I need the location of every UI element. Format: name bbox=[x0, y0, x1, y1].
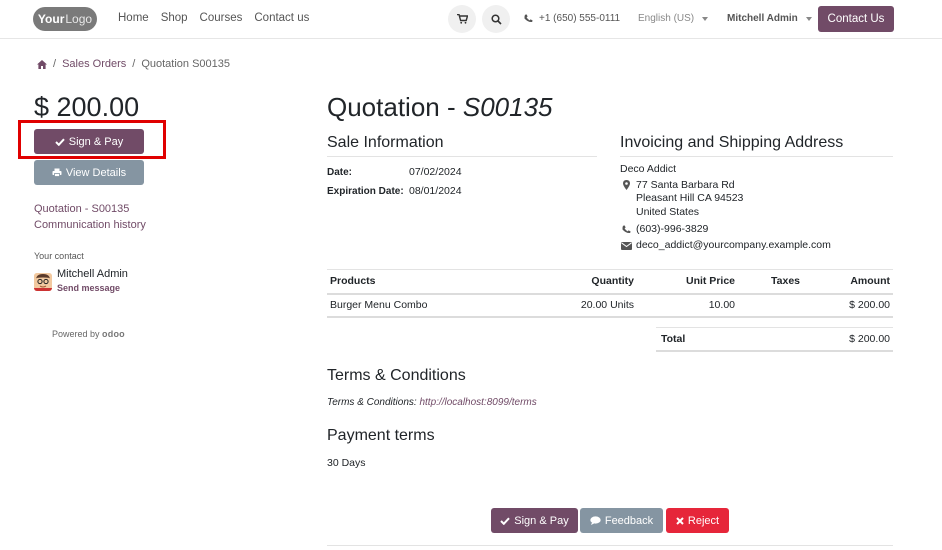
sign-pay-button[interactable]: Sign & Pay bbox=[34, 129, 144, 154]
comment-icon bbox=[590, 516, 601, 525]
feedback-label: Feedback bbox=[604, 514, 654, 527]
map-marker-icon bbox=[621, 180, 631, 190]
row-unit-price: 10.00 bbox=[708, 299, 735, 311]
date-label: Date: bbox=[327, 167, 353, 178]
navbar: Your Logo Home Shop Courses Contact us +1… bbox=[0, 0, 942, 39]
table-header-border bbox=[327, 293, 893, 295]
table-top-border bbox=[327, 269, 893, 270]
column-header-taxes: Taxes bbox=[771, 275, 800, 287]
check-icon bbox=[55, 138, 65, 146]
total-label: Total bbox=[661, 333, 686, 345]
quotation-amount: $ 200.00 bbox=[34, 92, 140, 122]
address-street: 77 Santa Barbara Rd bbox=[636, 179, 735, 191]
row-quantity: 20.00 Units bbox=[580, 299, 634, 311]
title-number: S00135 bbox=[462, 92, 553, 122]
user-name: Mitchell Admin bbox=[727, 13, 798, 24]
sale-information-heading: Sale Information bbox=[327, 134, 444, 151]
customer-email: deco_addict@yourcompany.example.com bbox=[636, 239, 831, 251]
reject-label: Reject bbox=[687, 514, 720, 527]
page-title: Quotation - S00135 bbox=[327, 92, 553, 123]
row-amount: $ 200.00 bbox=[849, 299, 890, 311]
chevron-down-icon bbox=[702, 16, 709, 21]
nav-shop[interactable]: Shop bbox=[161, 12, 188, 24]
logo-text-logo: Logo bbox=[65, 12, 93, 26]
column-header-amount: Amount bbox=[850, 275, 890, 287]
cart-icon bbox=[456, 14, 468, 24]
bottom-sign-pay-button[interactable]: Sign & Pay bbox=[491, 508, 578, 533]
avatar-icon bbox=[34, 273, 52, 291]
terms-label: Terms & Conditions: bbox=[327, 397, 420, 408]
phone-icon bbox=[524, 14, 533, 23]
quotation-link[interactable]: Quotation - S00135 bbox=[34, 203, 129, 215]
breadcrumb: / Sales Orders / Quotation S00135 bbox=[37, 58, 230, 70]
powered-by-label: Powered by bbox=[52, 329, 100, 339]
chevron-down-icon bbox=[805, 16, 812, 21]
communication-history-link[interactable]: Communication history bbox=[34, 219, 146, 231]
view-details-button[interactable]: View Details bbox=[34, 160, 144, 185]
close-icon bbox=[676, 516, 684, 525]
terms-heading: Terms & Conditions bbox=[327, 367, 466, 384]
bottom-divider bbox=[327, 545, 893, 546]
expiration-date-value: 08/01/2024 bbox=[409, 185, 462, 197]
check-icon bbox=[500, 517, 511, 525]
phone-link[interactable]: +1 (650) 555-0111 bbox=[524, 13, 620, 24]
nav-contact-us[interactable]: Contact us bbox=[254, 12, 309, 24]
language-label: English (US) bbox=[638, 13, 695, 24]
feedback-button[interactable]: Feedback bbox=[580, 508, 663, 533]
title-prefix: Quotation - bbox=[327, 92, 463, 122]
row-product: Burger Menu Combo bbox=[330, 299, 428, 311]
user-menu[interactable]: Mitchell Admin bbox=[727, 13, 812, 24]
payment-terms-heading: Payment terms bbox=[327, 427, 435, 444]
view-details-label: View Details bbox=[65, 166, 127, 179]
address-city: Pleasant Hill CA 94523 bbox=[636, 192, 744, 204]
address-country: United States bbox=[636, 206, 700, 218]
customer-name: Deco Addict bbox=[620, 163, 677, 175]
divider bbox=[620, 156, 893, 157]
language-selector[interactable]: English (US) bbox=[638, 13, 709, 24]
total-top-border bbox=[656, 327, 893, 328]
nav-courses[interactable]: Courses bbox=[200, 12, 243, 24]
your-contact-label: Your contact bbox=[34, 251, 84, 261]
terms-line: Terms & Conditions: http://localhost:809… bbox=[327, 397, 537, 408]
send-message-link[interactable]: Send message bbox=[57, 283, 120, 293]
search-button[interactable] bbox=[482, 5, 510, 33]
total-bottom-border bbox=[656, 350, 893, 352]
phone-number: +1 (650) 555-0111 bbox=[539, 13, 621, 24]
bottom-sign-pay-label: Sign & Pay bbox=[514, 514, 569, 527]
contact-name: Mitchell Admin bbox=[57, 268, 128, 280]
logo-text-your: Your bbox=[37, 12, 65, 26]
total-value: $ 200.00 bbox=[849, 333, 890, 345]
expiration-date-label: Expiration Date: bbox=[327, 186, 404, 197]
reject-button[interactable]: Reject bbox=[666, 508, 729, 533]
nav-home[interactable]: Home bbox=[118, 12, 149, 24]
customer-phone: (603)-996-3829 bbox=[636, 223, 709, 235]
column-header-products: Products bbox=[330, 275, 376, 287]
phone-icon bbox=[621, 224, 631, 234]
address-heading: Invoicing and Shipping Address bbox=[620, 134, 844, 151]
breadcrumb-separator: / bbox=[132, 58, 136, 70]
sign-pay-label: Sign & Pay bbox=[68, 135, 124, 148]
powered-by: Powered by odoo bbox=[52, 329, 125, 339]
divider bbox=[327, 156, 597, 157]
column-header-unit-price: Unit Price bbox=[685, 275, 735, 287]
breadcrumb-current: Quotation S00135 bbox=[141, 58, 231, 70]
payment-terms-value: 30 Days bbox=[327, 457, 366, 469]
avatar bbox=[34, 273, 52, 291]
terms-link[interactable]: http://localhost:8099/terms bbox=[419, 397, 536, 408]
date-value: 07/02/2024 bbox=[409, 166, 462, 178]
breadcrumb-separator: / bbox=[53, 58, 57, 70]
print-icon bbox=[52, 168, 62, 177]
main-nav: Home Shop Courses Contact us bbox=[118, 12, 309, 24]
company-logo[interactable]: Your Logo bbox=[33, 7, 97, 31]
home-icon[interactable] bbox=[37, 59, 47, 69]
contact-us-button[interactable]: Contact Us bbox=[818, 6, 894, 32]
odoo-logo[interactable]: odoo bbox=[102, 329, 125, 339]
envelope-icon bbox=[621, 241, 632, 250]
search-icon bbox=[490, 13, 502, 25]
breadcrumb-sales-orders[interactable]: Sales Orders bbox=[62, 58, 126, 70]
column-header-quantity: Quantity bbox=[591, 275, 634, 287]
table-row-border bbox=[327, 316, 893, 318]
cart-button[interactable] bbox=[448, 5, 476, 33]
